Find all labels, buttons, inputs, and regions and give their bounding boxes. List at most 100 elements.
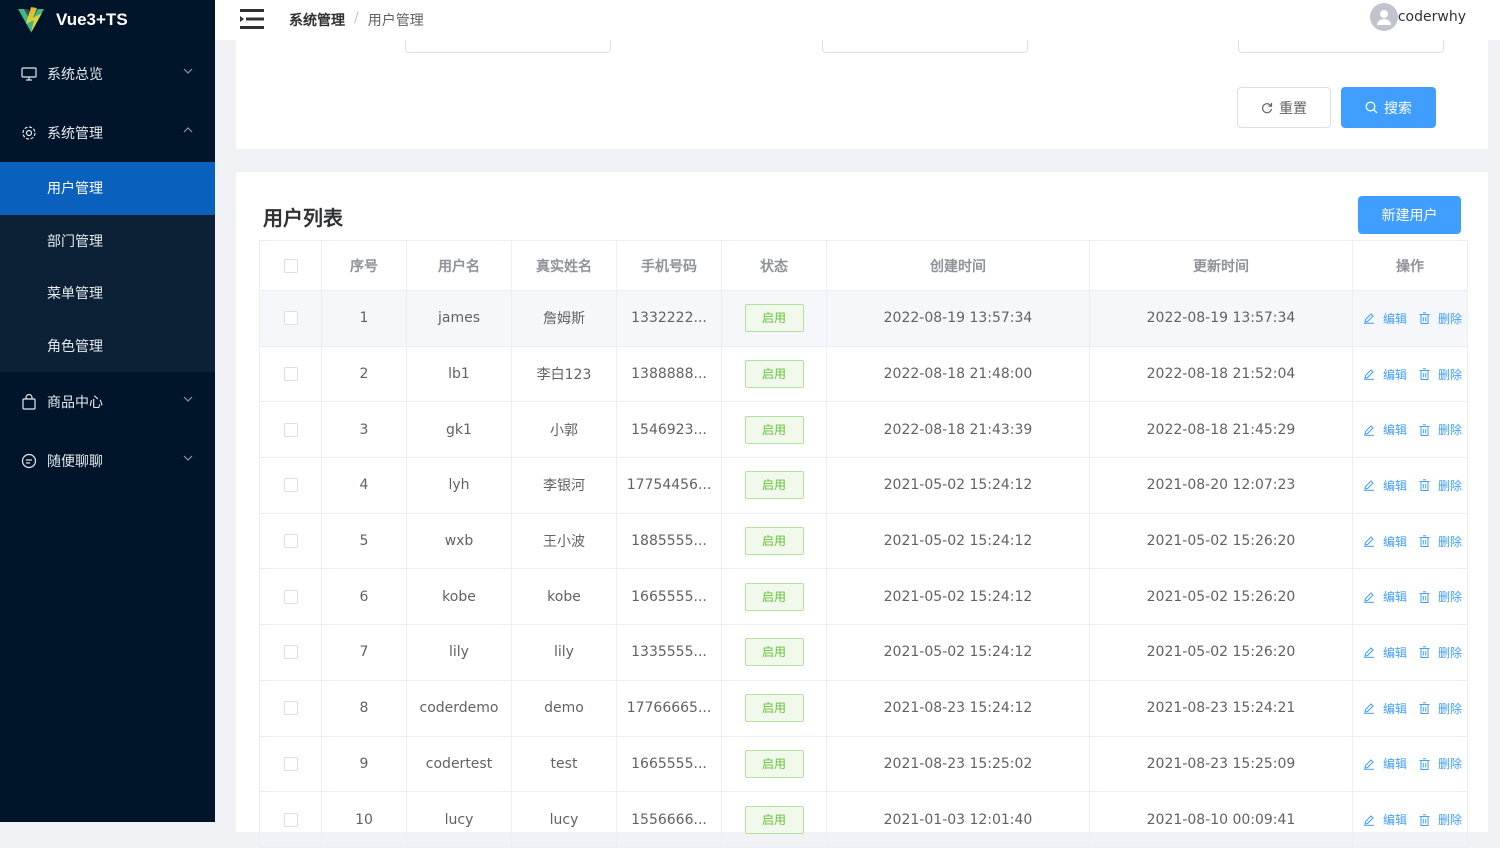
delete-button[interactable]: 删除 — [1419, 477, 1462, 494]
row-checkbox[interactable] — [283, 701, 298, 716]
reset-button[interactable]: 重置 — [1237, 87, 1331, 128]
search-input-1[interactable] — [405, 40, 611, 53]
edit-label: 编辑 — [1383, 645, 1408, 660]
main-content: 重置 搜索 用户列表 新建用户 序号 用户名 真实姓名 手机号码 状态 创建时间… — [215, 40, 1500, 848]
delete-button[interactable]: 删除 — [1419, 588, 1462, 605]
row-checkbox[interactable] — [283, 367, 298, 382]
status-cell: 启用 — [721, 290, 827, 347]
row-checkbox[interactable] — [283, 812, 298, 827]
created-time-cell: 2022-08-19 13:57:34 — [826, 290, 1090, 347]
monitor-icon — [20, 65, 38, 83]
menu-group-label: 系统总览 — [47, 66, 103, 83]
delete-icon — [1419, 424, 1430, 436]
edit-button[interactable]: 编辑 — [1363, 533, 1407, 550]
row-checkbox[interactable] — [283, 645, 298, 660]
table-row: 3 gk1 小郭 1546923... 启用 2022-08-18 21:43:… — [259, 401, 1468, 459]
delete-icon — [1419, 758, 1430, 770]
new-user-button[interactable]: 新建用户 — [1358, 196, 1461, 234]
row-checkbox[interactable] — [283, 589, 298, 604]
menu-group-system[interactable]: 系统管理 — [0, 103, 215, 162]
updated-time-cell: 2021-08-23 15:24:21 — [1089, 679, 1353, 737]
delete-button[interactable]: 删除 — [1419, 755, 1462, 772]
delete-button[interactable]: 删除 — [1419, 421, 1462, 438]
created-time-cell: 2021-05-02 15:24:12 — [826, 512, 1090, 570]
username-cell: gk1 — [406, 401, 512, 459]
edit-button[interactable]: 编辑 — [1363, 644, 1407, 661]
edit-button[interactable]: 编辑 — [1363, 366, 1407, 383]
status-cell: 启用 — [721, 624, 827, 681]
realname-cell: 王小波 — [511, 512, 617, 570]
updated-time-cell: 2021-05-02 15:26:20 — [1089, 568, 1353, 626]
search-input-2[interactable] — [822, 40, 1028, 53]
search-input-3[interactable] — [1238, 40, 1444, 53]
breadcrumb-item[interactable]: 系统管理 — [289, 10, 345, 30]
index-cell: 7 — [321, 624, 407, 681]
system-submenu: 用户管理 部门管理 菜单管理 角色管理 — [0, 162, 215, 372]
search-button[interactable]: 搜索 — [1341, 87, 1436, 128]
fold-menu-icon[interactable] — [240, 8, 264, 30]
user-list-card: 用户列表 新建用户 序号 用户名 真实姓名 手机号码 状态 创建时间 更新时间 … — [236, 172, 1488, 848]
chevron-up-icon — [183, 127, 193, 133]
status-badge: 启用 — [744, 805, 804, 834]
realname-cell: test — [511, 735, 617, 793]
refresh-icon — [1261, 102, 1273, 113]
status-badge: 启用 — [744, 582, 804, 611]
row-checkbox[interactable] — [283, 478, 298, 493]
delete-button[interactable]: 删除 — [1419, 533, 1462, 550]
edit-button[interactable]: 编辑 — [1363, 477, 1407, 494]
sidebar-item-role[interactable]: 角色管理 — [0, 320, 215, 373]
delete-label: 删除 — [1438, 311, 1463, 326]
actions-cell: 编辑 删除 — [1352, 290, 1468, 347]
delete-button[interactable]: 删除 — [1419, 366, 1462, 383]
edit-button[interactable]: 编辑 — [1363, 811, 1407, 828]
edit-button[interactable]: 编辑 — [1363, 310, 1407, 327]
delete-button[interactable]: 删除 — [1419, 644, 1462, 661]
phone-cell: 1332222... — [616, 290, 722, 347]
realname-cell: lucy — [511, 791, 617, 848]
select-all-checkbox[interactable] — [283, 258, 298, 273]
row-checkbox[interactable] — [283, 422, 298, 437]
edit-button[interactable]: 编辑 — [1363, 755, 1407, 772]
actions-cell: 编辑 删除 — [1352, 624, 1468, 681]
username-cell: kobe — [406, 568, 512, 626]
actions-cell: 编辑 删除 — [1352, 791, 1468, 848]
menu-group-product[interactable]: 商品中心 — [0, 372, 215, 431]
edit-button[interactable]: 编辑 — [1363, 421, 1407, 438]
column-header: 真实姓名 — [511, 240, 617, 291]
sidebar-item-department[interactable]: 部门管理 — [0, 215, 215, 268]
edit-label: 编辑 — [1383, 478, 1408, 493]
list-title: 用户列表 — [263, 206, 343, 230]
phone-cell: 1388888... — [616, 345, 722, 403]
sidebar-item-menu[interactable]: 菜单管理 — [0, 267, 215, 320]
menu-group-overview[interactable]: 系统总览 — [0, 44, 215, 103]
delete-button[interactable]: 删除 — [1419, 700, 1462, 717]
sidebar-item-user[interactable]: 用户管理 — [0, 162, 215, 215]
edit-label: 编辑 — [1383, 423, 1408, 438]
status-cell: 启用 — [721, 401, 827, 459]
row-checkbox[interactable] — [283, 534, 298, 549]
index-cell: 10 — [321, 791, 407, 848]
menu-group-chat[interactable]: 随便聊聊 — [0, 431, 215, 490]
app-name: Vue3+TS — [56, 10, 128, 29]
updated-time-cell: 2021-08-20 12:07:23 — [1089, 457, 1353, 514]
edit-label: 编辑 — [1383, 701, 1408, 716]
edit-icon — [1364, 536, 1374, 547]
row-select-cell — [259, 345, 322, 403]
created-time-cell: 2021-05-02 15:24:12 — [826, 457, 1090, 514]
delete-icon — [1419, 368, 1430, 381]
username: coderwhy — [1397, 9, 1466, 25]
delete-button[interactable]: 删除 — [1419, 811, 1462, 828]
status-cell: 启用 — [721, 568, 827, 626]
logo[interactable]: Vue3+TS — [0, 0, 215, 40]
row-checkbox[interactable] — [283, 756, 298, 771]
delete-label: 删除 — [1438, 534, 1463, 549]
row-checkbox[interactable] — [283, 311, 298, 326]
index-cell: 2 — [321, 345, 407, 403]
user-info[interactable]: coderwhy — [1369, 3, 1466, 31]
updated-time-cell: 2021-08-23 15:25:09 — [1089, 735, 1353, 793]
edit-button[interactable]: 编辑 — [1363, 700, 1407, 717]
delete-button[interactable]: 删除 — [1419, 310, 1462, 327]
edit-button[interactable]: 编辑 — [1363, 588, 1407, 605]
edit-label: 编辑 — [1383, 311, 1408, 326]
index-cell: 9 — [321, 735, 407, 793]
